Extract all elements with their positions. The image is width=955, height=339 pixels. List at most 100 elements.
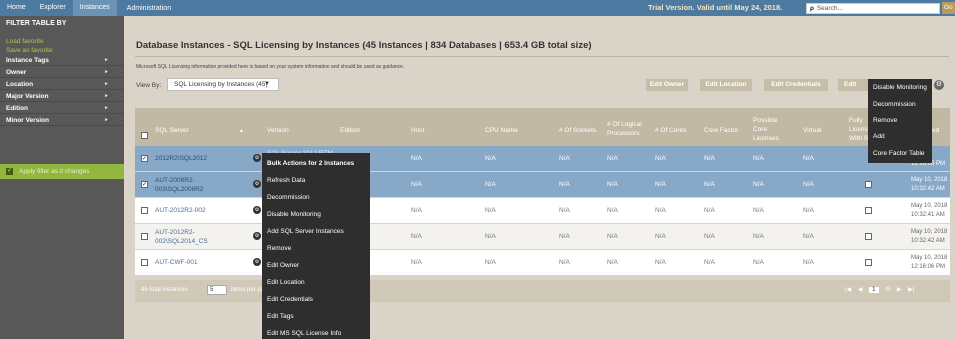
updated-time: 10:32:41 AM — [911, 212, 945, 218]
row-checkbox[interactable]: ✓ — [141, 181, 148, 188]
first-page-icon[interactable]: |◀ — [845, 287, 851, 293]
filter-edition[interactable]: Edition ► — [0, 103, 124, 114]
save-favorite-link[interactable]: Save as favorite — [6, 47, 53, 54]
table-row[interactable]: AUT-2012R2- 002\SQL2014_CS ⚙ N/A N/A N/A… — [135, 224, 950, 250]
filter-major-version[interactable]: Major Version ► — [0, 91, 124, 102]
go-button[interactable]: Go — [942, 2, 955, 14]
server-name-line2[interactable]: 003\SQL2008R2 — [155, 186, 203, 194]
select-all-checkbox[interactable] — [141, 132, 148, 139]
next-page-icon[interactable]: ▶ — [897, 287, 902, 293]
edit-tags-button[interactable]: Edit Tags — [838, 79, 868, 91]
col-fully-line3[interactable]: With S — [849, 135, 868, 143]
current-page[interactable]: 1 — [869, 287, 879, 293]
filter-instance-tags[interactable]: Instance Tags ► — [0, 55, 124, 66]
table-row[interactable]: ✓ AUT-2008R2- 003\SQL2008R2 ⚙ N/A N/A N/… — [135, 172, 950, 198]
col-host[interactable]: Host — [411, 127, 424, 135]
col-possible-line2[interactable]: Core — [753, 126, 767, 134]
page-title: Database Instances - SQL Licensing by In… — [136, 40, 592, 51]
col-core-factor[interactable]: Core Factor — [704, 127, 738, 135]
chevron-right-icon: ► — [104, 81, 109, 87]
edit-credentials-button[interactable]: Edit Credentials — [764, 79, 828, 91]
table-row[interactable]: AUT-CWF-001 ⚙ N/A N/A N/A N/A N/A N/A N/… — [135, 250, 950, 276]
fully-licensed-checkbox[interactable] — [865, 259, 872, 266]
col-edition[interactable]: Edition — [340, 127, 360, 135]
row-checkbox[interactable] — [141, 259, 148, 266]
filter-owner[interactable]: Owner ► — [0, 67, 124, 78]
fully-licensed-checkbox[interactable] — [865, 233, 872, 240]
row-checkbox[interactable] — [141, 207, 148, 214]
table-row[interactable]: AUT-2012R2-002 ⚙ N/A N/A N/A N/A N/A N/A… — [135, 198, 950, 224]
row-checkbox[interactable] — [141, 233, 148, 240]
sort-up-icon[interactable]: ▲ — [239, 127, 244, 135]
server-name-line1[interactable]: AUT-2012R2- — [155, 229, 195, 237]
tab-administration[interactable]: Administration — [117, 5, 181, 12]
col-fully-line2[interactable]: Licens — [849, 126, 868, 134]
view-by-value: SQL Licensing by Instances (45) — [174, 81, 268, 88]
col-sockets[interactable]: # Of Sockets — [559, 127, 596, 135]
trial-notice: Trial Version. Valid until May 24, 2018. — [648, 3, 783, 12]
col-possible-line3[interactable]: Licenses — [753, 135, 779, 143]
updated-date: May 10, 2018 — [911, 255, 948, 261]
gear-icon[interactable]: ⚙ — [253, 154, 261, 162]
fully-licensed-checkbox[interactable] — [865, 207, 872, 214]
items-per-page-input[interactable]: 5 — [207, 285, 227, 295]
host-value: N/A — [411, 207, 422, 214]
col-logical-line1[interactable]: # Of Logical — [607, 121, 642, 129]
server-name[interactable]: AUT-CWF-001 — [155, 259, 198, 267]
server-name[interactable]: AUT-2012R2-002 — [155, 207, 206, 215]
gear-icon[interactable]: ⚙ — [934, 80, 944, 90]
edit-owner-button[interactable]: Edit Owner — [646, 79, 688, 91]
host-value: N/A — [411, 259, 422, 266]
menu-decommission[interactable]: Decommission — [873, 101, 916, 109]
menu-remove[interactable]: Remove — [267, 245, 291, 253]
virtual-value: N/A — [803, 155, 814, 162]
gear-icon[interactable]: ⚙ — [253, 232, 261, 240]
menu-edit-tags[interactable]: Edit Tags — [267, 313, 294, 321]
menu-add[interactable]: Add — [873, 133, 885, 141]
menu-edit-owner[interactable]: Edit Owner — [267, 262, 299, 270]
filter-location[interactable]: Location ► — [0, 79, 124, 90]
menu-decommission[interactable]: Decommission — [267, 194, 310, 202]
search-icon: ρ — [810, 5, 815, 12]
col-version[interactable]: Version — [267, 127, 289, 135]
col-last-updated[interactable]: ed — [932, 127, 939, 135]
server-name-line1[interactable]: AUT-2008R2- — [155, 177, 195, 185]
menu-core-factor-table[interactable]: Core Factor Table — [873, 150, 925, 158]
table-row[interactable]: ✓ 2012R2\SQL2012 ⚙ SQL Server 2012 RTM N… — [135, 146, 950, 172]
prev-page-icon[interactable]: ◀ — [858, 287, 863, 293]
server-name-line2[interactable]: 002\SQL2014_CS — [155, 238, 208, 246]
menu-edit-ms-sql-license-info[interactable]: Edit MS SQL License Info — [267, 330, 341, 338]
menu-edit-credentials[interactable]: Edit Credentials — [267, 296, 313, 304]
col-cpu-name[interactable]: CPU Name — [485, 127, 518, 135]
col-fully-line1[interactable]: Fully — [849, 117, 863, 125]
gear-icon[interactable]: ⚙ — [253, 180, 261, 188]
col-virtual[interactable]: Virtual — [803, 127, 821, 135]
fully-licensed-checkbox[interactable] — [865, 181, 872, 188]
col-logical-line2[interactable]: Processors — [607, 130, 640, 138]
tab-instances[interactable]: Instances — [72, 0, 117, 16]
server-name[interactable]: 2012R2\SQL2012 — [155, 155, 207, 163]
menu-refresh-data[interactable]: Refresh Data — [267, 177, 305, 185]
row-checkbox[interactable]: ✓ — [141, 155, 148, 162]
apply-filter-toggle[interactable]: ✓ Apply filter as it changes — [0, 164, 124, 179]
tab-explorer[interactable]: Explorer — [33, 0, 73, 16]
col-possible-line1[interactable]: Possible — [753, 117, 778, 125]
menu-edit-location[interactable]: Edit Location — [267, 279, 305, 287]
last-page-icon[interactable]: ▶| — [908, 287, 914, 293]
load-favorite-link[interactable]: Load favorite — [6, 38, 44, 45]
view-by-select[interactable]: SQL Licensing by Instances (45) ▼ — [167, 78, 279, 91]
gear-icon[interactable]: ⚙ — [253, 258, 261, 266]
menu-disable-monitoring[interactable]: Disable Monitoring — [267, 211, 321, 219]
tab-home[interactable]: Home — [0, 0, 33, 16]
filter-minor-version[interactable]: Minor Version ► — [0, 115, 124, 126]
menu-remove[interactable]: Remove — [873, 117, 897, 125]
gear-icon[interactable]: ⚙ — [253, 206, 261, 214]
col-cores[interactable]: # Of Cores — [655, 127, 686, 135]
menu-add-sql-server-instances[interactable]: Add SQL Server Instances — [267, 228, 344, 236]
col-sql-server[interactable]: SQL Server — [155, 127, 189, 135]
cpu-value: N/A — [485, 233, 496, 240]
menu-disable-monitoring[interactable]: Disable Monitoring — [873, 84, 927, 92]
edit-location-button[interactable]: Edit Location — [700, 79, 752, 91]
virtual-value: N/A — [803, 207, 814, 214]
search-input[interactable]: ρ Search... — [806, 3, 940, 14]
